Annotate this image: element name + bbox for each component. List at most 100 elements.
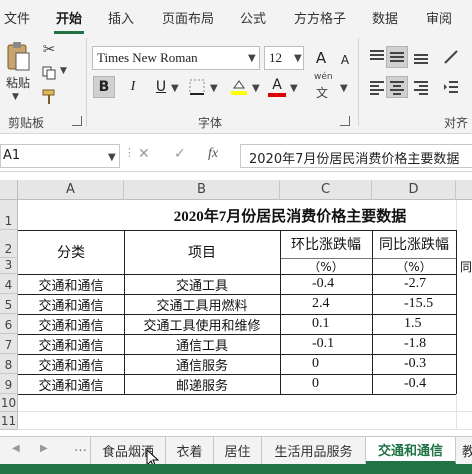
insert-function-icon[interactable]: fx: [208, 146, 218, 162]
row-header[interactable]: 2: [0, 230, 18, 258]
underline-dropdown-icon[interactable]: ▼: [171, 83, 179, 94]
bold-button[interactable]: B: [93, 76, 115, 98]
cell-yoy[interactable]: -0.3: [372, 354, 456, 374]
font-name-dropdown-icon[interactable]: ▼: [248, 53, 256, 64]
row-header[interactable]: 1: [0, 200, 18, 230]
menu-home[interactable]: 开始: [56, 8, 82, 27]
align-bottom-icon[interactable]: [410, 46, 432, 68]
cell-item[interactable]: 交通工具使用和维修: [124, 314, 280, 334]
more-options-icon[interactable]: ⋮: [124, 146, 135, 159]
row-header[interactable]: 4: [0, 274, 18, 294]
cell-mom[interactable]: 0: [280, 374, 372, 394]
tab-education-partial[interactable]: 教: [456, 437, 472, 464]
name-box[interactable]: A1: [0, 144, 120, 168]
borders-icon[interactable]: [186, 76, 208, 98]
font-size-dropdown-icon[interactable]: ▼: [294, 53, 302, 64]
indent-icon[interactable]: [440, 76, 462, 98]
row-header[interactable]: 6: [0, 314, 18, 334]
tab-housing[interactable]: 居住: [214, 437, 262, 464]
cut-icon[interactable]: ✂: [40, 40, 58, 58]
underline-button[interactable]: U: [150, 76, 172, 98]
menu-formulas[interactable]: 公式: [240, 8, 266, 27]
header-yoy[interactable]: 同比涨跌幅: [372, 230, 456, 258]
align-left-icon[interactable]: [366, 76, 388, 98]
tab-clothing[interactable]: 衣着: [166, 437, 214, 464]
tab-more-icon[interactable]: …: [74, 440, 87, 455]
cell-item[interactable]: 交通工具: [124, 274, 280, 294]
clipboard-launcher-icon[interactable]: [72, 116, 82, 126]
column-header-d[interactable]: D: [372, 180, 456, 200]
menu-review[interactable]: 审阅: [426, 8, 452, 27]
grow-font-icon[interactable]: A: [310, 47, 332, 69]
cell-category[interactable]: 交通和通信: [18, 354, 124, 374]
paste-label[interactable]: 粘贴: [6, 74, 30, 91]
row-header[interactable]: 11: [0, 412, 18, 430]
column-header-a[interactable]: A: [18, 180, 124, 200]
menu-data[interactable]: 数据: [372, 8, 398, 27]
cell-yoy[interactable]: -15.5: [372, 294, 456, 314]
row-header[interactable]: 7: [0, 334, 18, 354]
copy-dropdown-icon[interactable]: ▼: [60, 66, 67, 76]
header-category[interactable]: 分类: [18, 230, 124, 274]
row-header[interactable]: 8: [0, 354, 18, 374]
partial-header-e[interactable]: 同: [460, 258, 472, 274]
cell-mom[interactable]: 2.4: [280, 294, 372, 314]
tab-scroll-left-icon[interactable]: ◀: [12, 443, 20, 454]
sheet-title[interactable]: 2020年7月份居民消费价格主要数据: [124, 200, 456, 230]
align-top-icon[interactable]: [366, 46, 388, 68]
fill-color-icon[interactable]: [228, 76, 250, 98]
cell-item[interactable]: 通信工具: [124, 334, 280, 354]
orientation-icon[interactable]: [440, 46, 462, 68]
tab-household-goods[interactable]: 生活用品服务: [262, 437, 366, 464]
cell-mom[interactable]: -0.1: [280, 334, 372, 354]
cell-item[interactable]: 交通工具用燃料: [124, 294, 280, 314]
menu-page-layout[interactable]: 页面布局: [162, 8, 214, 27]
fill-color-dropdown-icon[interactable]: ▼: [252, 83, 260, 94]
cell-yoy[interactable]: -1.8: [372, 334, 456, 354]
row-header[interactable]: 3: [0, 258, 18, 274]
row-header[interactable]: 9: [0, 374, 18, 394]
cell-category[interactable]: 交通和通信: [18, 374, 124, 394]
borders-dropdown-icon[interactable]: ▼: [210, 83, 218, 94]
cell-category[interactable]: 交通和通信: [18, 274, 124, 294]
align-right-icon[interactable]: [410, 76, 432, 98]
font-name-combo[interactable]: Times New Roman: [92, 46, 260, 70]
cell-category[interactable]: 交通和通信: [18, 314, 124, 334]
menu-fangfang[interactable]: 方方格子: [294, 8, 346, 27]
column-header-b[interactable]: B: [124, 180, 280, 200]
cell-mom[interactable]: 0.1: [280, 314, 372, 334]
font-color-dropdown-icon[interactable]: ▼: [290, 83, 298, 94]
formula-input[interactable]: 2020年7月份居民消费价格主要数据: [240, 144, 472, 168]
shrink-font-icon[interactable]: A: [334, 49, 356, 71]
copy-icon[interactable]: [40, 64, 58, 82]
tab-scroll-right-icon[interactable]: ▶: [40, 443, 48, 454]
cell-yoy[interactable]: 1.5: [372, 314, 456, 334]
font-launcher-icon[interactable]: [340, 116, 350, 126]
cell-category[interactable]: 交通和通信: [18, 294, 124, 314]
unit-mom[interactable]: （%）: [280, 258, 372, 274]
cell-item[interactable]: 通信服务: [124, 354, 280, 374]
phonetic-guide-icon[interactable]: 文: [316, 84, 328, 101]
row-header[interactable]: 10: [0, 394, 18, 412]
unit-yoy[interactable]: （%）: [372, 258, 456, 274]
name-box-dropdown-icon[interactable]: ▼: [108, 152, 116, 163]
cell-mom[interactable]: 0: [280, 354, 372, 374]
paste-icon[interactable]: [4, 40, 32, 74]
menu-insert[interactable]: 插入: [108, 8, 134, 27]
header-item[interactable]: 项目: [124, 230, 280, 274]
paste-dropdown-icon[interactable]: ▼: [12, 92, 19, 102]
enter-icon[interactable]: ✓: [174, 146, 186, 162]
cell-mom[interactable]: -0.4: [280, 274, 372, 294]
column-header-e[interactable]: [456, 180, 472, 200]
cell-item[interactable]: 邮递服务: [124, 374, 280, 394]
cell-category[interactable]: 交通和通信: [18, 334, 124, 354]
phonetic-dropdown-icon[interactable]: ▼: [340, 83, 348, 94]
cell-yoy[interactable]: -2.7: [372, 274, 456, 294]
italic-button[interactable]: I: [122, 76, 144, 98]
format-painter-icon[interactable]: [40, 88, 58, 106]
header-mom[interactable]: 环比涨跌幅: [280, 230, 372, 258]
menu-file[interactable]: 文件: [4, 8, 30, 27]
align-middle-icon[interactable]: [386, 46, 408, 68]
select-all-corner[interactable]: [0, 180, 18, 200]
column-header-c[interactable]: C: [280, 180, 372, 200]
